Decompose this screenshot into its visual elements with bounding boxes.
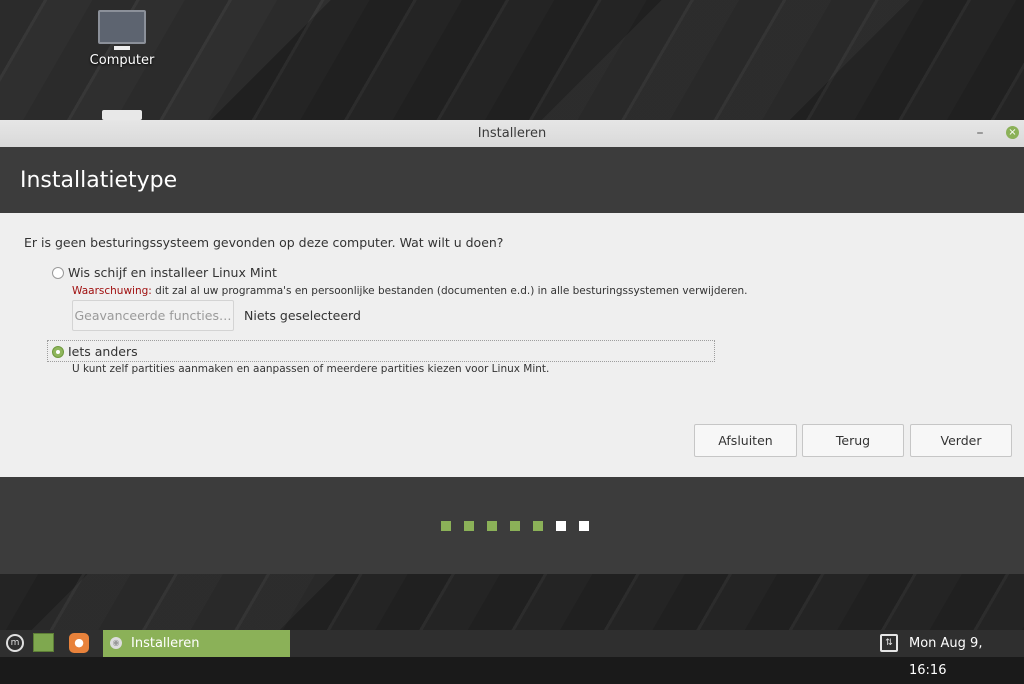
files-icon[interactable]	[33, 633, 54, 652]
minimize-button[interactable]: –	[972, 120, 988, 147]
advanced-features-button[interactable]: Geavanceerde functies…	[72, 300, 234, 331]
network-icon[interactable]: ⇅	[880, 634, 898, 652]
erase-disk-label[interactable]: Wis schijf en installeer Linux Mint	[68, 265, 277, 280]
progress-dot-1	[441, 521, 451, 531]
installer-disc-icon: ◉	[110, 637, 122, 649]
window-titlebar[interactable]: Installeren – ×	[0, 120, 1024, 148]
firefox-icon[interactable]: ●	[69, 633, 89, 653]
progress-dot-2	[464, 521, 474, 531]
next-button[interactable]: Verder	[910, 424, 1012, 457]
warning-text: dit zal al uw programma's en persoonlijk…	[151, 285, 748, 297]
installer-window: Installeren – × Installatietype Er is ge…	[0, 120, 1024, 574]
something-else-label[interactable]: Iets anders	[68, 344, 138, 359]
progress-dot-5	[533, 521, 543, 531]
monitor-stand	[114, 46, 130, 50]
progress-dot-3	[487, 521, 497, 531]
progress-dot-7	[579, 521, 589, 531]
back-button[interactable]: Terug	[802, 424, 904, 457]
quit-button[interactable]: Afsluiten	[694, 424, 797, 457]
computer-icon	[98, 10, 146, 44]
page-title: Installatietype	[20, 168, 178, 193]
mint-menu-icon[interactable]: m	[6, 634, 24, 652]
clock[interactable]: Mon Aug 9, 16:16	[909, 630, 1024, 684]
warning-label: Waarschuwing:	[72, 285, 152, 297]
erase-warning: Waarschuwing: dit zal al uw programma's …	[72, 285, 748, 297]
something-else-description: U kunt zelf partities aanmaken en aanpas…	[72, 363, 550, 375]
something-else-radio[interactable]	[52, 346, 64, 358]
window-title: Installeren	[477, 126, 547, 141]
erase-disk-radio[interactable]	[52, 267, 64, 279]
progress-dot-4	[510, 521, 520, 531]
taskbar-item-installeren[interactable]: ◉ Installeren	[103, 630, 290, 657]
desktop-icon-label: Computer	[89, 53, 155, 68]
desktop-icon-computer[interactable]: Computer	[86, 10, 158, 68]
taskbar-item-label: Installeren	[131, 636, 200, 651]
page-header: Installatietype	[0, 147, 1024, 213]
advanced-status: Niets geselecteerd	[244, 308, 361, 323]
home-folder-icon[interactable]	[102, 110, 142, 120]
progress-footer	[0, 477, 1024, 574]
progress-dot-6	[556, 521, 566, 531]
close-button[interactable]: ×	[1006, 126, 1019, 139]
taskbar: m ● ◉ Installeren ⇅ Mon Aug 9, 16:16	[0, 630, 1024, 678]
question-text: Er is geen besturingssysteem gevonden op…	[24, 235, 504, 250]
something-else-focus-box[interactable]	[47, 340, 715, 362]
installation-type-panel: Er is geen besturingssysteem gevonden op…	[0, 213, 1024, 477]
